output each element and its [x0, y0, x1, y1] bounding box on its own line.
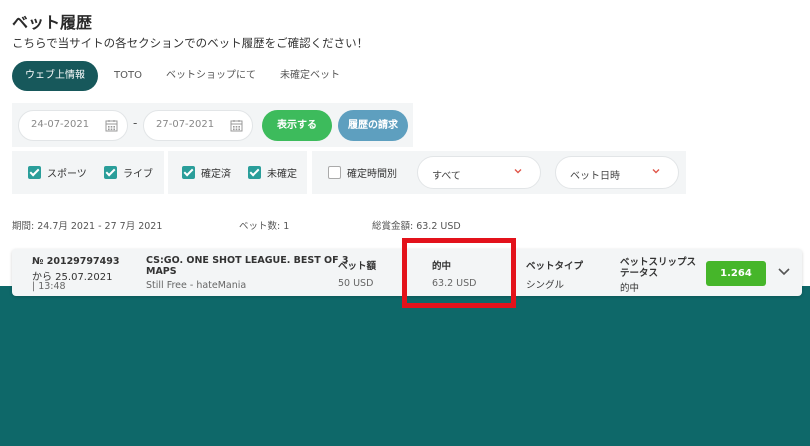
checkbox-unsettled[interactable]: 未確定 [248, 165, 297, 180]
tab-unsettled[interactable]: 未確定ベット [268, 61, 352, 91]
status-dropdown[interactable]: すべて [417, 156, 541, 189]
footer-band [0, 286, 810, 446]
checkmark-icon [104, 166, 117, 179]
checkbox-live[interactable]: ライブ [104, 165, 153, 180]
checkbox-settled[interactable]: 確定済 [182, 165, 231, 180]
date-to-field[interactable]: 27-07-2021 [143, 110, 253, 141]
event-name-line2: MAPS [146, 266, 177, 277]
checkmark-icon [248, 166, 261, 179]
event-name-line1: CS:GO. ONE SHOT LEAGUE. BEST OF 3 [146, 255, 349, 266]
checkmark-icon [28, 166, 41, 179]
summary-bet-count: ベット数: 1 [239, 221, 290, 232]
tab-betshop[interactable]: ベットショップにて [154, 61, 268, 91]
chevron-down-icon [652, 169, 660, 174]
sort-dropdown-value: ベット日時 [570, 171, 620, 182]
tab-toto[interactable]: TOTO [102, 61, 154, 91]
request-history-button[interactable]: 履歴の請求 [338, 110, 408, 141]
checkbox-empty [328, 166, 341, 179]
date-separator: - [133, 116, 138, 130]
bet-time: | 13:48 [32, 281, 66, 292]
summary-total-amount: 総賞金額: 63.2 USD [372, 221, 461, 232]
chevron-down-icon[interactable] [778, 267, 790, 277]
odds-button[interactable]: 1.264 [706, 261, 766, 286]
chevron-down-icon [514, 169, 522, 174]
history-tabs: ウェブ上情報 TOTO ベットショップにて 未確定ベット [12, 61, 352, 91]
slip-status-value: 的中 [620, 283, 640, 294]
checkbox-sports-label: スポーツ [47, 169, 87, 180]
win-value: 63.2 USD [432, 278, 477, 289]
slip-status-label-2: テータス [620, 268, 659, 279]
bet-type-value: シングル [526, 280, 565, 291]
date-from-field[interactable]: 24-07-2021 [18, 110, 128, 141]
date-from-value: 24-07-2021 [31, 119, 90, 130]
stake-label: ベット額 [338, 261, 377, 272]
summary-period: 期間: 24.7月 2021 - 27 7月 2021 [12, 221, 163, 232]
date-filter-bar: 24-07-2021 - 27-07-2021 表示する 履歴の請求 [12, 103, 413, 147]
tab-web[interactable]: ウェブ上情報 [12, 61, 98, 91]
sort-dropdown[interactable]: ベット日時 [555, 156, 679, 189]
date-to-value: 27-07-2021 [156, 119, 215, 130]
checkbox-by-settle-time[interactable]: 確定時間別 [328, 165, 397, 180]
page-subtitle: こちらで当サイトの各セクションでのベット履歴をご確認ください！ [12, 36, 369, 50]
checkbox-settled-label: 確定済 [201, 169, 231, 180]
bet-history-panel: ベット履歴 こちらで当サイトの各セクションでのベット履歴をご確認ください！ ウェ… [0, 0, 810, 286]
filter-group-type: スポーツ ライブ [12, 151, 164, 194]
show-button[interactable]: 表示する [262, 110, 332, 141]
status-dropdown-value: すべて [432, 171, 461, 182]
calendar-icon [230, 120, 243, 132]
checkbox-by-settle-time-label: 確定時間別 [347, 169, 397, 180]
checkmark-icon [182, 166, 195, 179]
calendar-icon [105, 120, 118, 132]
bet-number: № 20129797493 [32, 256, 120, 267]
checkbox-sports[interactable]: スポーツ [28, 165, 87, 180]
checkbox-live-label: ライブ [123, 169, 153, 180]
filter-group-status: 確定済 未確定 [168, 151, 307, 194]
bet-row[interactable]: № 20129797493 から 25.07.2021 | 13:48 CS:G… [12, 249, 802, 296]
stake-value: 50 USD [338, 278, 374, 289]
bet-type-label: ベットタイプ [526, 261, 584, 272]
bet-selection: Still Free - hateMania [146, 280, 247, 291]
checkbox-unsettled-label: 未確定 [267, 169, 297, 180]
page-title: ベット履歴 [12, 13, 93, 32]
win-label: 的中 [432, 261, 452, 272]
